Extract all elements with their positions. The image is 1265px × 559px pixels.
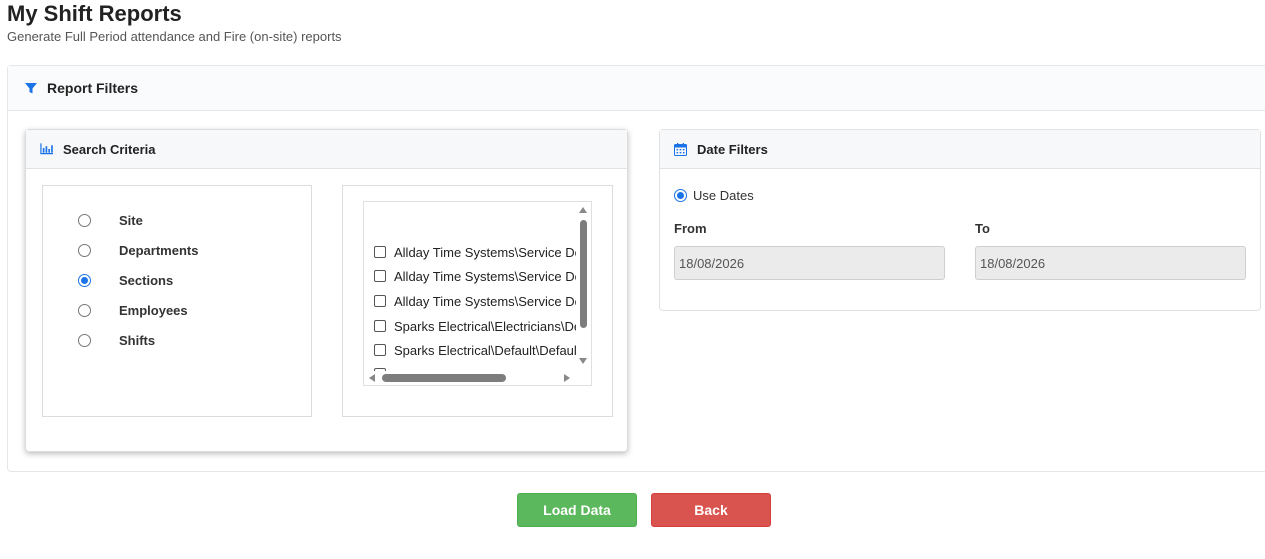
use-dates-option[interactable]: Use Dates	[674, 186, 754, 204]
vertical-scroll-thumb[interactable]	[580, 220, 587, 328]
list-item-label: Allday Time Systems\Service De	[394, 293, 578, 309]
from-date-field[interactable]	[674, 246, 945, 280]
radio-option-shifts[interactable]: Shifts	[78, 330, 155, 350]
back-button[interactable]: Back	[651, 493, 771, 527]
list-item[interactable]: Allday Time Systems\Service De	[374, 243, 578, 261]
report-filters-header: Report Filters	[8, 66, 1265, 111]
vertical-scrollbar[interactable]	[576, 202, 591, 372]
list-item-label: Sparks Electrical\Default\Defaul	[394, 342, 577, 358]
bar-chart-icon	[40, 142, 53, 156]
scroll-down-icon[interactable]	[579, 358, 587, 364]
use-dates-radio[interactable]	[674, 188, 687, 202]
list-item-checkbox[interactable]	[374, 320, 386, 332]
list-item[interactable]: Allday Time Systems\Service De	[374, 292, 578, 310]
radio-option-employees[interactable]: Employees	[78, 300, 188, 320]
filter-icon	[24, 81, 38, 95]
scroll-right-icon[interactable]	[564, 374, 570, 382]
list-item-checkbox[interactable]	[374, 270, 386, 282]
horizontal-scrollbar[interactable]	[364, 371, 578, 385]
to-label: To	[975, 221, 990, 236]
radio-option-departments[interactable]: Departments	[78, 240, 198, 260]
report-filters-title: Report Filters	[47, 80, 139, 96]
criteria-type-group: Site Departments Sections Employees Shif…	[42, 185, 312, 417]
radio-shifts[interactable]	[78, 333, 91, 347]
date-filters-title: Date Filters	[697, 141, 768, 157]
list-item[interactable]: Sparks Electrical\Electricians\De	[374, 317, 578, 335]
page-title: My Shift Reports	[7, 1, 182, 26]
scroll-left-icon[interactable]	[369, 374, 375, 382]
use-dates-label: Use Dates	[693, 187, 754, 203]
list-item-checkbox[interactable]	[374, 295, 386, 307]
calendar-icon	[674, 142, 687, 156]
date-filters-header: Date Filters	[660, 130, 1260, 169]
radio-label-departments: Departments	[119, 242, 199, 258]
radio-departments[interactable]	[78, 243, 91, 257]
load-data-button[interactable]: Load Data	[517, 493, 637, 527]
radio-option-site[interactable]: Site	[78, 210, 143, 230]
list-item[interactable]: Allday Time Systems\Service De	[374, 267, 578, 285]
from-label: From	[674, 221, 707, 236]
list-item-label: Sparks Electrical\Electricians\De	[394, 318, 578, 334]
radio-label-shifts: Shifts	[119, 332, 156, 348]
radio-site[interactable]	[78, 213, 91, 227]
list-item-checkbox[interactable]	[374, 344, 386, 356]
radio-label-sections: Sections	[119, 272, 174, 288]
radio-employees[interactable]	[78, 303, 91, 317]
list-item-label: Allday Time Systems\Service De	[394, 268, 578, 284]
list-item-checkbox[interactable]	[374, 246, 386, 258]
list-item-label: Allday Time Systems\Service De	[394, 244, 578, 260]
search-criteria-title: Search Criteria	[63, 141, 156, 157]
radio-label-site: Site	[119, 212, 143, 228]
radio-sections[interactable]	[78, 273, 91, 287]
to-date-field[interactable]	[975, 246, 1246, 280]
horizontal-scroll-thumb[interactable]	[382, 374, 506, 382]
radio-option-sections[interactable]: Sections	[78, 270, 173, 290]
radio-label-employees: Employees	[119, 302, 188, 318]
search-criteria-header: Search Criteria	[26, 130, 627, 169]
page-subtitle: Generate Full Period attendance and Fire…	[7, 29, 342, 44]
sections-list-viewport: Allday Time Systems\Service De Allday Ti…	[364, 202, 578, 372]
list-item[interactable]: Sparks Electrical\Default\Defaul	[374, 341, 577, 359]
scroll-up-icon[interactable]	[579, 207, 587, 213]
date-filters-card: Date Filters	[659, 129, 1261, 311]
sections-list[interactable]: Allday Time Systems\Service De Allday Ti…	[363, 201, 592, 386]
